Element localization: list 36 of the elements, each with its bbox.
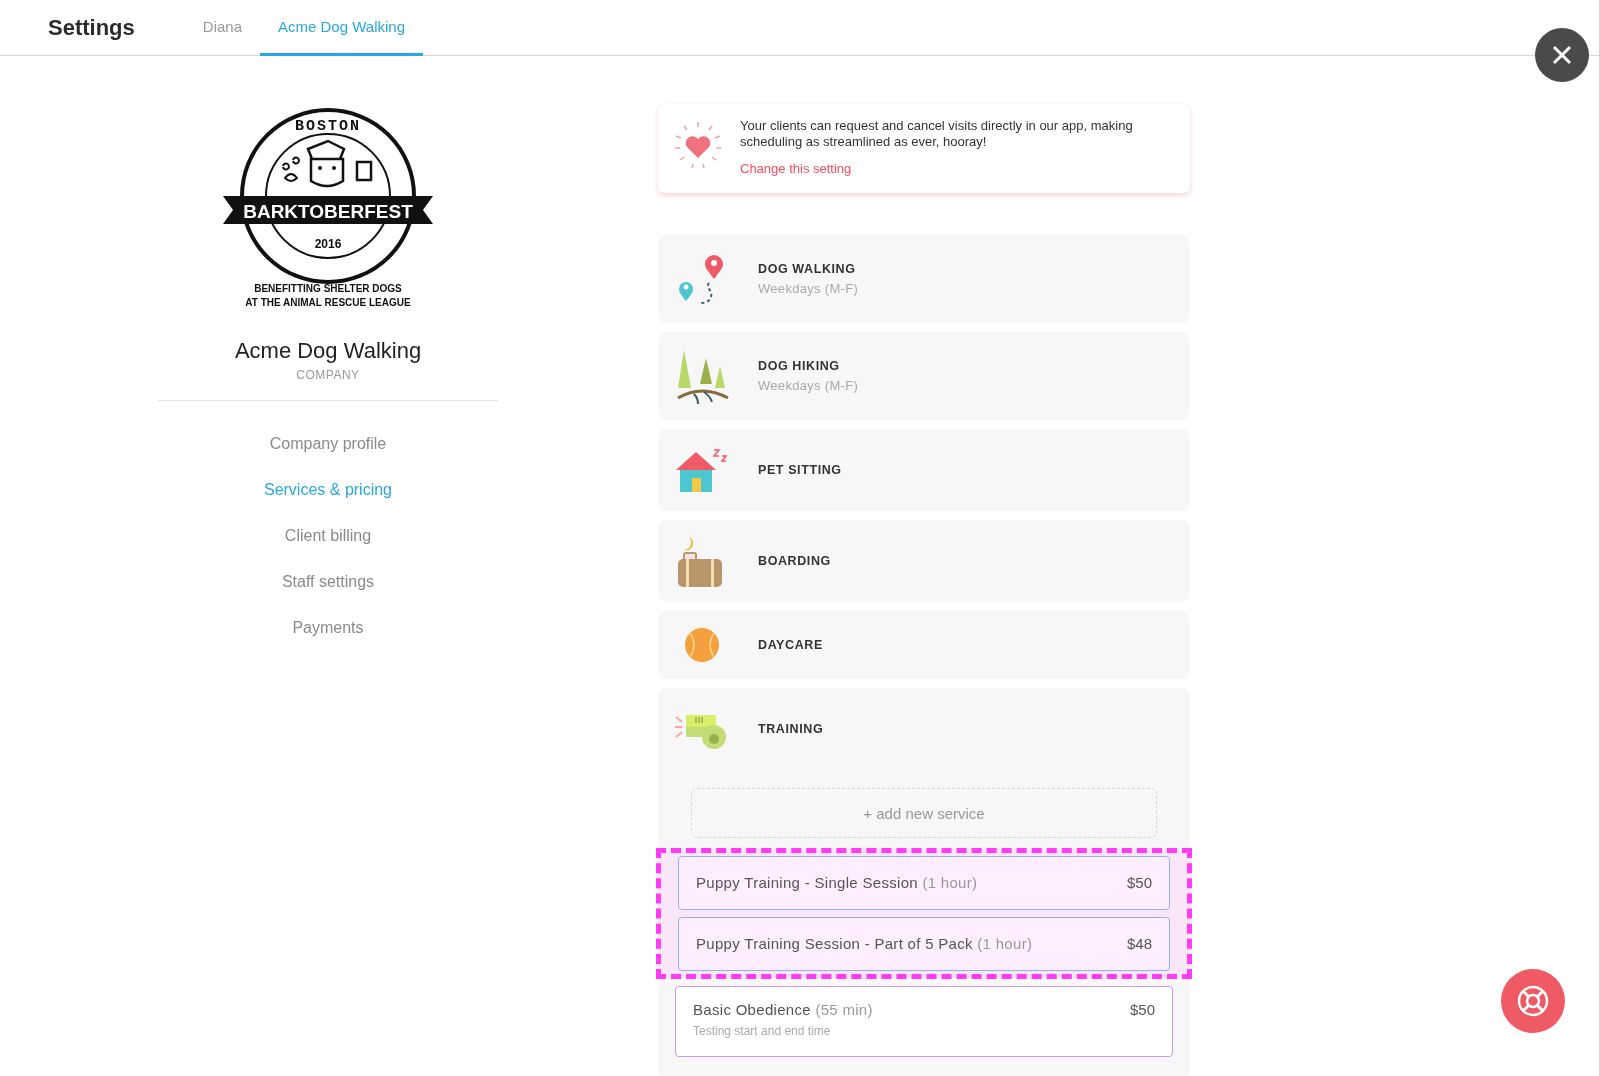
service-name: DOG HIKING <box>758 359 841 373</box>
service-schedule: Weekdays (M-F) <box>758 281 859 296</box>
service-card[interactable]: DAYCARE <box>658 611 1190 679</box>
service-item[interactable]: Puppy Training Session - Part of 5 Pack (1 hour) $48 <box>678 917 1170 971</box>
nav-link[interactable]: Client billing <box>284 513 372 559</box>
service-card[interactable]: PET SITTING <box>658 429 1190 511</box>
service-card[interactable]: BOARDING <box>658 520 1190 602</box>
service-name: TRAINING <box>758 722 824 736</box>
service-item-name: Basic Obedience (55 min) <box>693 1001 873 1018</box>
service-item-note: Testing start and end time <box>693 1024 832 1038</box>
service-card[interactable]: TRAINING + add new service Puppy Training - Single Session (1 hour) $50 Puppy Training Session - Part of 5 Pack (1 hour) $48 Basic Obedience (55 min) Testing start and end time $50 <box>658 688 1190 1076</box>
company-type: COMPANY <box>296 368 360 382</box>
service-item-price: $50 <box>1126 874 1152 891</box>
service-name: DAYCARE <box>758 638 823 652</box>
service-item-price: $48 <box>1126 935 1152 952</box>
service-item[interactable]: Basic Obedience (55 min) Testing start and end time $50 <box>675 986 1173 1057</box>
service-card[interactable]: DOG HIKING Weekdays (M-F) <box>658 332 1190 420</box>
close-icon <box>1552 45 1572 65</box>
close-button[interactable] <box>1535 28 1589 82</box>
service-card[interactable]: DOG WALKING Weekdays (M-F) <box>658 235 1190 323</box>
service-name: DOG WALKING <box>758 262 857 276</box>
service-item-name: Puppy Training - Single Session (1 hour) <box>696 874 978 891</box>
page-title: Settings <box>48 14 135 41</box>
change-setting-link[interactable]: Change this setting <box>740 161 852 176</box>
service-item[interactable]: Puppy Training - Single Session (1 hour) $50 <box>678 856 1170 910</box>
service-schedule: Weekdays (M-F) <box>758 378 859 393</box>
service-item-name: Puppy Training Session - Part of 5 Pack (1 hour) <box>696 935 1033 952</box>
nav-link[interactable]: Staff settings <box>281 559 375 605</box>
service-item-price: $50 <box>1129 1001 1155 1018</box>
lifebuoy-icon <box>1516 984 1550 1018</box>
notice-text: Your clients can request and cancel visits directly in our app, making scheduling as streamlined as ever, hooray! <box>740 118 1134 150</box>
company-name: Acme Dog Walking <box>234 338 422 364</box>
nav-link[interactable]: Company profile <box>269 421 387 467</box>
nav-link[interactable]: Payments <box>292 605 364 651</box>
service-name: BOARDING <box>758 554 831 568</box>
service-name: PET SITTING <box>758 463 842 477</box>
